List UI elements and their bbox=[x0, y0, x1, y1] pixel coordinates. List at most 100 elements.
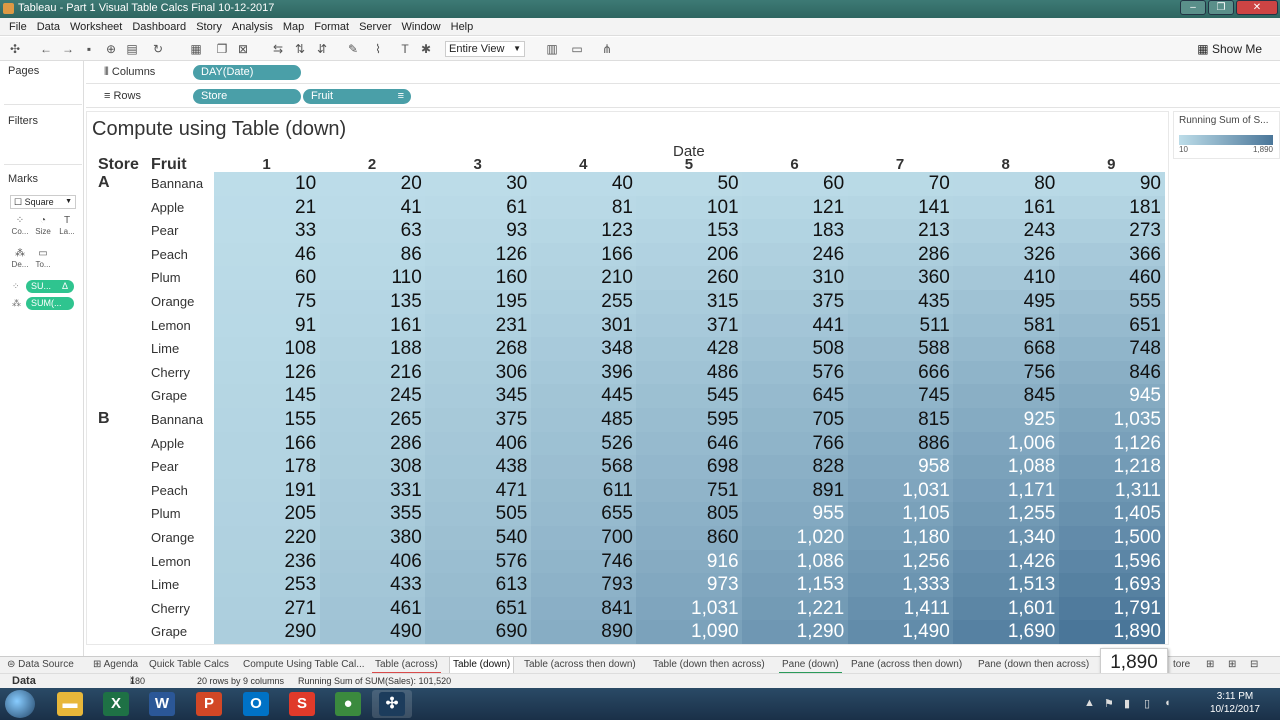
table-cell[interactable]: 945 bbox=[1058, 384, 1165, 409]
table-cell[interactable]: 1,405 bbox=[1058, 502, 1165, 527]
outlook-app[interactable]: O bbox=[236, 690, 276, 718]
table-cell[interactable]: 10 bbox=[214, 172, 321, 197]
menu-item-file[interactable]: File bbox=[4, 21, 32, 33]
folder-app[interactable]: ▬ bbox=[50, 690, 90, 718]
table-cell[interactable]: 331 bbox=[319, 478, 426, 503]
rows-shelf[interactable]: ≡ Rows Store Fruit ≡ bbox=[86, 85, 1280, 108]
table-cell[interactable]: 286 bbox=[319, 431, 426, 456]
table-cell[interactable]: 973 bbox=[636, 573, 743, 598]
table-cell[interactable]: 845 bbox=[953, 384, 1060, 409]
tab-agenda[interactable]: ⊞ Agenda bbox=[90, 657, 141, 674]
tab-pane-down[interactable]: Pane (down) bbox=[779, 657, 842, 674]
table-cell[interactable]: 255 bbox=[530, 290, 637, 315]
table-cell[interactable]: 286 bbox=[847, 242, 954, 267]
table-cell[interactable]: 433 bbox=[319, 573, 426, 598]
table-cell[interactable]: 1,256 bbox=[847, 549, 954, 574]
table-cell[interactable]: 153 bbox=[636, 219, 743, 244]
table-cell[interactable]: 890 bbox=[530, 620, 637, 644]
table-cell[interactable]: 315 bbox=[636, 290, 743, 315]
table-cell[interactable]: 435 bbox=[847, 290, 954, 315]
mark-button-label[interactable]: T La... bbox=[57, 215, 77, 237]
table-cell[interactable]: 60 bbox=[214, 266, 321, 291]
tab-pane-across-then-down[interactable]: Pane (across then down) bbox=[848, 657, 965, 674]
tab-pane-down-then-across[interactable]: Pane (down then across) bbox=[975, 657, 1092, 674]
new-worksheet-tab-icon[interactable]: ⊞ bbox=[1206, 657, 1214, 674]
table-cell[interactable]: 1,153 bbox=[742, 573, 849, 598]
table-cell[interactable]: 955 bbox=[742, 502, 849, 527]
table-cell[interactable]: 20 bbox=[319, 172, 426, 197]
duplicate-icon[interactable]: ❐ bbox=[214, 41, 230, 57]
show-me-button[interactable]: ▦ Show Me bbox=[1197, 42, 1262, 56]
table-cell[interactable]: 410 bbox=[953, 266, 1060, 291]
tab-table-across-then-down[interactable]: Table (across then down) bbox=[521, 657, 639, 674]
table-cell[interactable]: 345 bbox=[425, 384, 532, 409]
table-cell[interactable]: 86 bbox=[319, 242, 426, 267]
highlight-icon[interactable]: ✎ bbox=[345, 41, 361, 57]
table-cell[interactable]: 273 bbox=[1058, 219, 1165, 244]
table-cell[interactable]: 110 bbox=[319, 266, 426, 291]
table-cell[interactable]: 576 bbox=[742, 360, 849, 385]
table-cell[interactable]: 1,171 bbox=[953, 478, 1060, 503]
table-cell[interactable]: 485 bbox=[530, 408, 637, 433]
rows-pill-store[interactable]: Store bbox=[193, 89, 301, 104]
table-cell[interactable]: 206 bbox=[636, 242, 743, 267]
color-legend[interactable]: Running Sum of S... 10 1,890 bbox=[1173, 111, 1280, 159]
table-cell[interactable]: 756 bbox=[953, 360, 1060, 385]
table-cell[interactable]: 1,333 bbox=[847, 573, 954, 598]
swap-icon[interactable]: ⇆ bbox=[270, 41, 286, 57]
tray-expand-icon[interactable]: ▲ bbox=[1084, 697, 1095, 709]
table-cell[interactable]: 690 bbox=[425, 620, 532, 644]
table-cell[interactable]: 253 bbox=[214, 573, 321, 598]
table-cell[interactable]: 581 bbox=[953, 313, 1060, 338]
table-cell[interactable]: 1,693 bbox=[1058, 573, 1165, 598]
menu-item-format[interactable]: Format bbox=[309, 21, 354, 33]
table-cell[interactable]: 748 bbox=[1058, 337, 1165, 362]
table-cell[interactable]: 441 bbox=[742, 313, 849, 338]
table-cell[interactable]: 1,601 bbox=[953, 596, 1060, 621]
table-cell[interactable]: 243 bbox=[953, 219, 1060, 244]
table-cell[interactable]: 841 bbox=[530, 596, 637, 621]
table-cell[interactable]: 90 bbox=[1058, 172, 1165, 197]
table-cell[interactable]: 21 bbox=[214, 195, 321, 220]
table-cell[interactable]: 555 bbox=[1058, 290, 1165, 315]
menu-item-analysis[interactable]: Analysis bbox=[227, 21, 278, 33]
snagit-app[interactable]: S bbox=[282, 690, 322, 718]
table-cell[interactable]: 793 bbox=[530, 573, 637, 598]
table-cell[interactable]: 91 bbox=[214, 313, 321, 338]
table-cell[interactable]: 161 bbox=[319, 313, 426, 338]
table-cell[interactable]: 1,105 bbox=[847, 502, 954, 527]
table-cell[interactable]: 860 bbox=[636, 526, 743, 551]
table-cell[interactable]: 1,596 bbox=[1058, 549, 1165, 574]
table-cell[interactable]: 1,255 bbox=[953, 502, 1060, 527]
table-cell[interactable]: 490 bbox=[319, 620, 426, 644]
columns-shelf[interactable]: ⦀ Columns DAY(Date) bbox=[86, 61, 1280, 84]
table-cell[interactable]: 188 bbox=[319, 337, 426, 362]
table-cell[interactable]: 746 bbox=[530, 549, 637, 574]
table-cell[interactable]: 121 bbox=[742, 195, 849, 220]
table-cell[interactable]: 310 bbox=[742, 266, 849, 291]
table-cell[interactable]: 705 bbox=[742, 408, 849, 433]
menu-item-window[interactable]: Window bbox=[397, 21, 446, 33]
table-cell[interactable]: 916 bbox=[636, 549, 743, 574]
tab-table-across[interactable]: Table (across) bbox=[372, 657, 441, 674]
table-cell[interactable]: 380 bbox=[319, 526, 426, 551]
show-labels-icon[interactable]: T bbox=[397, 41, 413, 57]
table-cell[interactable]: 213 bbox=[847, 219, 954, 244]
table-cell[interactable]: 366 bbox=[1058, 242, 1165, 267]
presentation-icon[interactable]: ▭ bbox=[569, 41, 585, 57]
pause-updates-icon[interactable]: ▤ bbox=[124, 41, 140, 57]
table-cell[interactable]: 576 bbox=[425, 549, 532, 574]
table-cell[interactable]: 1,020 bbox=[742, 526, 849, 551]
table-cell[interactable]: 40 bbox=[530, 172, 637, 197]
table-cell[interactable]: 1,180 bbox=[847, 526, 954, 551]
table-cell[interactable]: 93 bbox=[425, 219, 532, 244]
table-cell[interactable]: 375 bbox=[742, 290, 849, 315]
table-cell[interactable]: 745 bbox=[847, 384, 954, 409]
tray-flag-icon[interactable]: ⚑ bbox=[1104, 697, 1114, 710]
table-cell[interactable]: 191 bbox=[214, 478, 321, 503]
table-cell[interactable]: 155 bbox=[214, 408, 321, 433]
table-cell[interactable]: 265 bbox=[319, 408, 426, 433]
table-cell[interactable]: 646 bbox=[636, 431, 743, 456]
table-cell[interactable]: 166 bbox=[530, 242, 637, 267]
clear-sheet-icon[interactable]: ⊠ bbox=[235, 41, 251, 57]
